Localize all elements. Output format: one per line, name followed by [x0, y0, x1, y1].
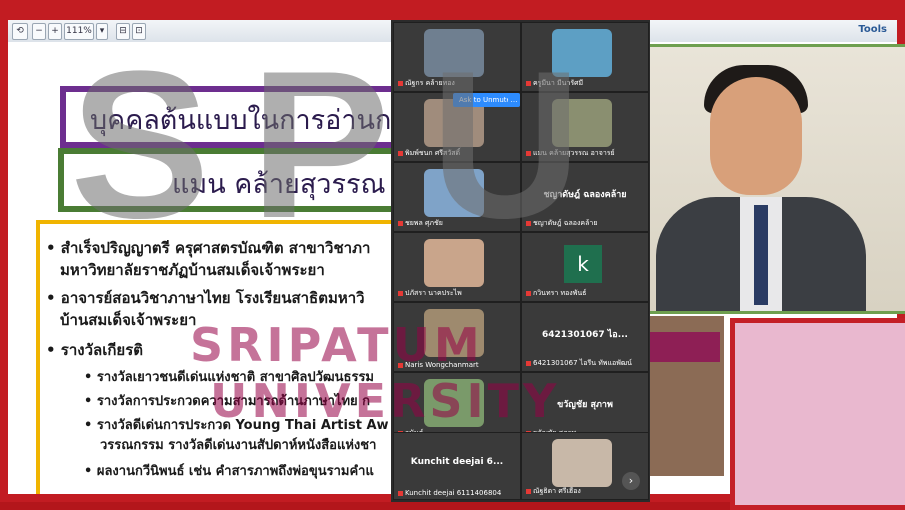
watermark-line2: UNIVERSITY [210, 374, 561, 428]
next-page-icon[interactable]: › [622, 472, 640, 490]
participant-display-name: Kunchit deejai 6... [410, 457, 504, 467]
zoom-in-icon[interactable]: + [48, 23, 62, 40]
participant-display-name: 6421301067 ไอ... [542, 330, 628, 340]
bio-line: • รางวัลเกียรติ [46, 341, 144, 359]
participant-name: ณัฐธิดา ศรีเฮือง [526, 486, 581, 497]
participant-name: Kunchit deejai 6111406804 [398, 489, 501, 497]
bio-line: วรรณกรรม รางวัลดีเด่นงานสัปดาห์หนังสือแห… [100, 438, 377, 453]
participant-tile[interactable]: 6421301067 ไอ... 6421301067 ไอรีน ทัพแอพ… [521, 302, 649, 372]
zoom-out-icon[interactable]: − [32, 23, 46, 40]
participant-name: กวินทรา ทองพันธ์ [526, 288, 586, 299]
slide-thumbnail-banner [650, 332, 720, 362]
participant-video [552, 439, 612, 487]
portrait-photo [645, 44, 905, 314]
participant-name: ปภัสรา นาคประไพ [398, 288, 462, 299]
spu-watermark-logo: SPU [70, 27, 622, 262]
bio-line: • ผลงานกวีนิพนธ์ เช่น คำสารภาพถึงพ่อขุนร… [84, 464, 374, 479]
participant-tile[interactable]: Kunchit deejai 6... Kunchit deejai 61114… [393, 432, 521, 500]
tools-menu[interactable]: Tools [858, 24, 887, 35]
bio-line: • อาจารย์สอนวิชาภาษาไทย โรงเรียนสาธิตมหา… [46, 289, 365, 307]
portrait-face [710, 77, 802, 195]
poster-image [730, 318, 905, 510]
watermark-line1: SRIPATUM [190, 318, 484, 372]
bio-line: บ้านสมเด็จเจ้าพระยา [60, 311, 197, 329]
participant-name: 6421301067 ไอรีน ทัพแอพัฒน์ [526, 358, 632, 369]
nav-icon[interactable]: ⟲ [12, 23, 28, 40]
portrait-tie [754, 205, 768, 305]
